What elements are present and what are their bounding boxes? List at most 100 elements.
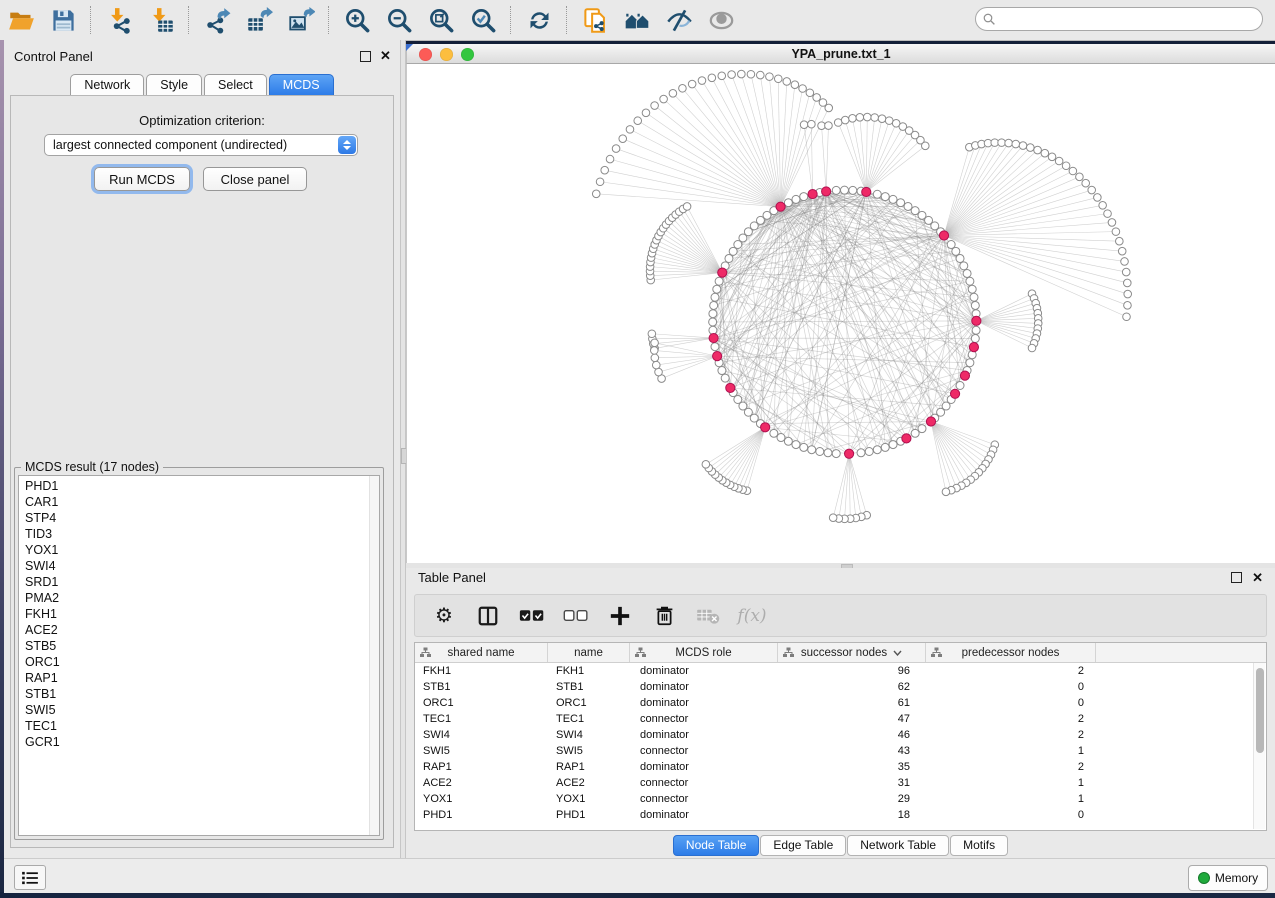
network-node[interactable]: [1028, 344, 1036, 352]
float-panel-icon[interactable]: [1231, 572, 1242, 583]
network-node[interactable]: [642, 109, 650, 117]
zoom-selected-button[interactable]: [466, 4, 500, 36]
float-panel-icon[interactable]: [360, 51, 371, 62]
tab-style[interactable]: Style: [146, 74, 202, 95]
show-column-icon[interactable]: [475, 603, 501, 629]
network-node[interactable]: [841, 116, 849, 124]
network-node[interactable]: [1019, 142, 1027, 150]
network-node[interactable]: [683, 203, 691, 211]
network-node[interactable]: [718, 367, 726, 375]
network-node[interactable]: [841, 186, 849, 194]
network-node[interactable]: [963, 269, 971, 277]
network-canvas[interactable]: [406, 64, 1275, 563]
network-node[interactable]: [770, 429, 778, 437]
column-header-successor-nodes[interactable]: successor nodes: [778, 643, 926, 662]
network-node[interactable]: [709, 318, 717, 326]
network-node[interactable]: [710, 301, 718, 309]
network-node[interactable]: [1118, 247, 1126, 255]
network-node[interactable]: [728, 71, 736, 79]
network-node[interactable]: [825, 104, 833, 112]
network-node[interactable]: [968, 285, 976, 293]
network-node[interactable]: [651, 339, 659, 347]
network-node[interactable]: [956, 382, 964, 390]
network-node[interactable]: [774, 75, 782, 83]
network-node[interactable]: [897, 199, 905, 207]
table-row[interactable]: PHD1PHD1dominator180: [415, 807, 1266, 823]
network-node[interactable]: [708, 74, 716, 82]
import-network-button[interactable]: [102, 4, 136, 36]
network-node[interactable]: [857, 449, 865, 457]
network-node[interactable]: [865, 448, 873, 456]
network-node[interactable]: [655, 368, 663, 376]
network-node[interactable]: [849, 186, 857, 194]
network-node[interactable]: [718, 72, 726, 80]
close-panel-icon[interactable]: ✕: [1252, 573, 1263, 583]
tab-select[interactable]: Select: [204, 74, 267, 95]
network-node[interactable]: [713, 285, 721, 293]
network-node[interactable]: [942, 488, 950, 496]
network-node[interactable]: [702, 461, 710, 469]
network-window-titlebar[interactable]: YPA_prune.txt_1: [406, 44, 1275, 64]
network-node[interactable]: [800, 193, 808, 201]
close-panel-button[interactable]: Close panel: [203, 167, 307, 191]
network-node[interactable]: [738, 70, 746, 78]
network-node[interactable]: [715, 277, 723, 285]
network-node[interactable]: [971, 301, 979, 309]
network-node[interactable]: [626, 126, 634, 134]
clone-network-button[interactable]: [578, 4, 612, 36]
tab-edge-table[interactable]: Edge Table: [760, 835, 846, 856]
table-row[interactable]: SWI4SWI4dominator462: [415, 727, 1266, 743]
tab-motifs[interactable]: Motifs: [950, 835, 1008, 856]
network-node[interactable]: [651, 102, 659, 110]
network-node[interactable]: [970, 293, 978, 301]
network-node[interactable]: [808, 446, 816, 454]
network-node[interactable]: [1055, 157, 1063, 165]
network-node[interactable]: [832, 186, 840, 194]
export-image-button[interactable]: [284, 4, 318, 36]
network-node[interactable]: [1034, 146, 1042, 154]
network-node[interactable]: [849, 115, 857, 123]
save-session-button[interactable]: [46, 4, 80, 36]
network-node[interactable]: [1124, 290, 1132, 298]
network-node[interactable]: [871, 114, 879, 122]
network-node[interactable]: [816, 448, 824, 456]
mcds-list-scrollbar[interactable]: [369, 476, 379, 835]
network-node[interactable]: [592, 190, 600, 198]
network-node[interactable]: [921, 142, 929, 150]
mcds-hub-node[interactable]: [845, 449, 854, 458]
network-node[interactable]: [881, 193, 889, 201]
select-all-rows-icon[interactable]: [519, 603, 545, 629]
network-node[interactable]: [832, 450, 840, 458]
network-node[interactable]: [1122, 268, 1130, 276]
network-node[interactable]: [792, 195, 800, 203]
mcds-hub-node[interactable]: [926, 417, 935, 426]
table-scrollbar-thumb[interactable]: [1256, 668, 1264, 753]
mcds-hub-node[interactable]: [972, 316, 981, 325]
run-mcds-button[interactable]: Run MCDS: [94, 167, 190, 191]
export-network-button[interactable]: [200, 4, 234, 36]
network-node[interactable]: [885, 117, 893, 125]
network-node[interactable]: [1069, 167, 1077, 175]
hide-graphics-details-button[interactable]: [662, 4, 696, 36]
network-node[interactable]: [698, 77, 706, 85]
tab-network-table[interactable]: Network Table: [847, 835, 949, 856]
deselect-all-rows-icon[interactable]: [563, 603, 589, 629]
network-node[interactable]: [966, 277, 974, 285]
column-header-MCDS-role[interactable]: MCDS role: [630, 643, 778, 662]
network-node[interactable]: [829, 514, 837, 522]
network-node[interactable]: [1099, 202, 1107, 210]
network-node[interactable]: [650, 347, 658, 355]
network-node[interactable]: [806, 89, 814, 97]
network-node[interactable]: [1094, 194, 1102, 202]
network-node[interactable]: [813, 94, 821, 102]
network-node[interactable]: [1012, 140, 1020, 148]
table-row[interactable]: FKH1FKH1dominator962: [415, 663, 1266, 679]
mcds-hub-node[interactable]: [862, 187, 871, 196]
mcds-hub-node[interactable]: [969, 343, 978, 352]
import-table-button[interactable]: [144, 4, 178, 36]
table-row[interactable]: TEC1TEC1connector472: [415, 711, 1266, 727]
network-node[interactable]: [757, 71, 765, 79]
network-node[interactable]: [881, 443, 889, 451]
close-panel-icon[interactable]: ✕: [380, 51, 391, 61]
mcds-hub-node[interactable]: [761, 423, 770, 432]
